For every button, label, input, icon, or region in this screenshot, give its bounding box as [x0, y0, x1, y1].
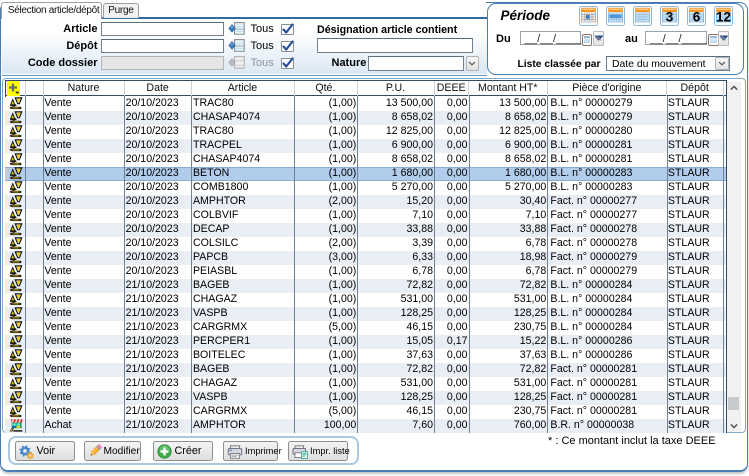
svg-text:3: 3: [665, 9, 673, 24]
svg-text:6: 6: [692, 9, 700, 24]
svg-text:12: 12: [715, 9, 730, 24]
